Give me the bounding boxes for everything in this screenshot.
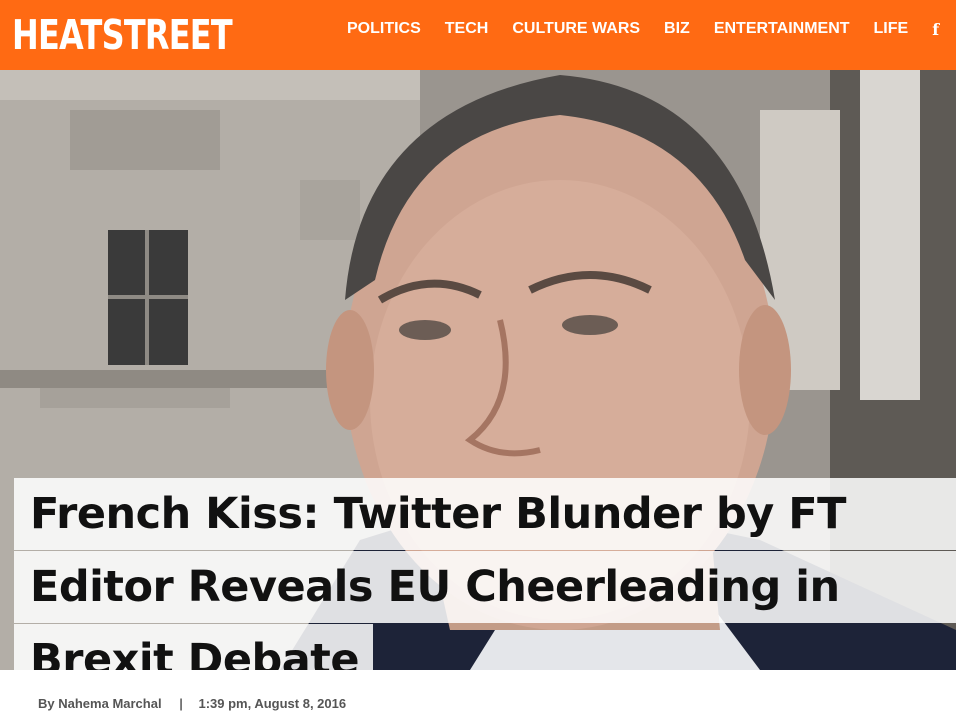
nav-item-biz[interactable]: BIZ	[664, 20, 690, 38]
main-nav: POLITICS TECH CULTURE WARS BIZ ENTERTAIN…	[347, 0, 956, 58]
byline-prefix: By	[38, 696, 55, 711]
publish-date: 1:39 pm, August 8, 2016	[198, 696, 347, 711]
author-link[interactable]: Nahema Marchal	[58, 696, 161, 711]
headline-line: French Kiss: Twitter Blunder by FT	[14, 478, 956, 550]
nav-item-politics[interactable]: POLITICS	[347, 20, 421, 38]
site-header: HEATSTREET POLITICS TECH CULTURE WARS BI…	[0, 0, 956, 70]
nav-item-culture-wars[interactable]: CULTURE WARS	[512, 20, 640, 38]
nav-item-life[interactable]: LIFE	[874, 20, 909, 38]
nav-item-entertainment[interactable]: ENTERTAINMENT	[714, 20, 850, 38]
hero-image: French Kiss: Twitter Blunder by FT Edito…	[0, 70, 956, 670]
nav-item-tech[interactable]: TECH	[445, 20, 489, 38]
article-byline: By Nahema Marchal | 1:39 pm, August 8, 2…	[38, 696, 346, 711]
facebook-icon[interactable]: f	[932, 20, 939, 39]
headline-line: Brexit Debate	[14, 624, 374, 670]
site-logo[interactable]: HEATSTREET	[12, 4, 233, 66]
article-headline: French Kiss: Twitter Blunder by FT Edito…	[14, 478, 956, 670]
byline-separator: |	[179, 696, 183, 711]
headline-line: Editor Reveals EU Cheerleading in	[14, 551, 956, 623]
